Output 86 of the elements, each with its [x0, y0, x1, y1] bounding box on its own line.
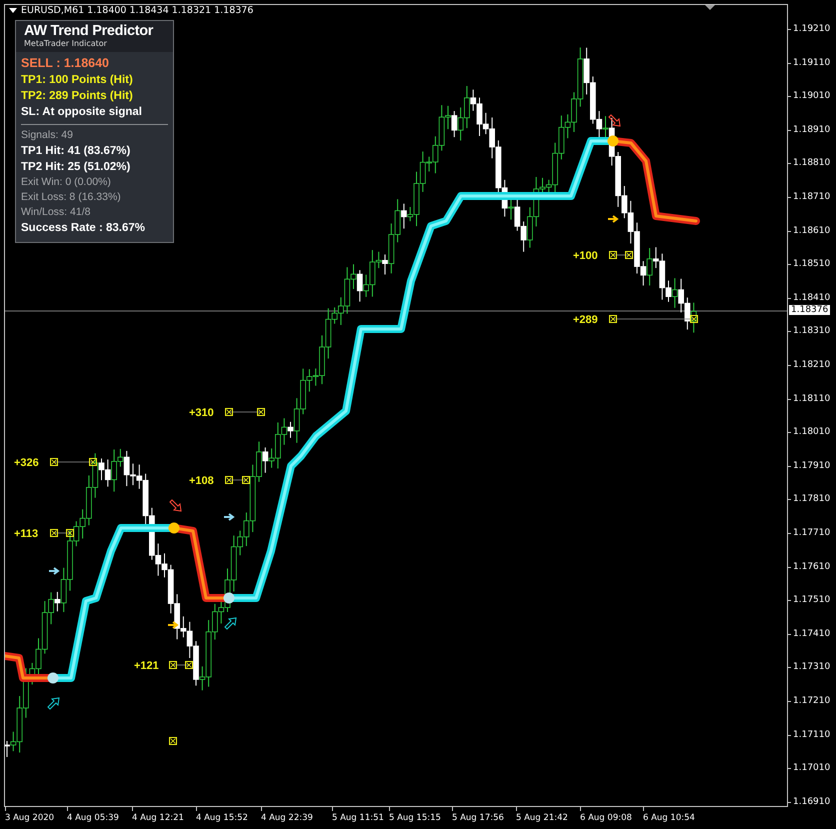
price-label: 1.17410 — [793, 628, 830, 639]
target-marker-icon — [66, 529, 74, 537]
price-label: 1.17010 — [793, 763, 830, 774]
right-arrow-icon — [48, 567, 60, 575]
stat-text: Exit Loss: 8 (16.33%) — [21, 190, 122, 205]
target-marker-icon — [169, 661, 177, 669]
target-marker-icon — [609, 251, 617, 259]
stat-text: TP1 Hit: 41 (83.67%) — [21, 144, 132, 159]
price-label: 1.17910 — [793, 460, 830, 471]
price-label: 1.18010 — [793, 427, 830, 438]
target-marker-icon — [609, 315, 617, 323]
profit-label: +310 — [189, 407, 214, 419]
profit-label: +289 — [573, 314, 598, 326]
stat-text: Win/Loss: 41/8 — [21, 205, 92, 220]
profit-label: +113 — [14, 528, 38, 540]
time-label: 5 Aug 21:42 — [516, 813, 568, 823]
target-text: TP1: 100 Points (Hit) — [21, 73, 134, 88]
right-arrow-icon — [167, 621, 179, 629]
target-marker-icon — [50, 529, 58, 537]
target-marker-icon — [242, 476, 250, 484]
stat-text: Signals: 49 — [21, 128, 74, 143]
time-label: 5 Aug 15:15 — [389, 813, 441, 823]
price-label: 1.17210 — [793, 696, 830, 706]
price-label: 1.17810 — [793, 494, 830, 504]
price-label: 1.19210 — [793, 24, 830, 34]
price-label: 1.17110 — [793, 730, 830, 740]
chart-shift-icon — [705, 5, 715, 10]
time-label: 4 Aug 15:52 — [196, 813, 248, 823]
target-text: SL: At opposite signal — [21, 105, 143, 120]
target-marker-icon — [257, 408, 265, 416]
price-label: 1.17610 — [793, 562, 830, 572]
price-label: 1.18110 — [793, 394, 830, 404]
right-arrow-icon — [223, 513, 235, 521]
target-marker-icon — [89, 458, 97, 466]
stat-text: TP2 Hit: 25 (51.02%) — [21, 160, 132, 175]
price-label: 1.18810 — [793, 158, 830, 168]
target-marker-icon — [185, 661, 193, 669]
time-label: 4 Aug 05:39 — [67, 813, 119, 823]
price-label: 1.18710 — [793, 192, 830, 202]
target-marker-icon — [225, 476, 233, 484]
target-marker-icon — [169, 737, 177, 745]
time-label: 5 Aug 11:51 — [332, 813, 384, 823]
profit-label: +100 — [573, 250, 598, 262]
time-label: 4 Aug 22:39 — [261, 813, 313, 823]
up-arrow-icon — [47, 697, 60, 710]
dropdown-icon[interactable] — [9, 8, 17, 13]
signal-dot-icon — [224, 592, 234, 604]
stat-text: Success Rate : 83.67% — [21, 221, 146, 236]
target-marker-icon — [690, 315, 698, 323]
right-arrow-icon — [607, 215, 619, 223]
target-text: TP2: 289 Points (Hit) — [21, 89, 134, 104]
down-arrow-icon — [608, 114, 621, 127]
price-label: 1.17310 — [793, 662, 830, 672]
price-label: 1.18510 — [793, 259, 830, 270]
signal-dot-icon — [608, 136, 618, 146]
profit-label: +326 — [14, 457, 39, 469]
profit-label: +108 — [189, 475, 214, 487]
price-label: 1.18410 — [793, 292, 830, 303]
time-label: 5 Aug 17:56 — [452, 813, 504, 823]
price-label: 1.18610 — [793, 226, 830, 236]
price-label: 1.16910 — [793, 796, 830, 807]
down-arrow-icon — [169, 499, 182, 512]
current-price-label: 1.18376 — [789, 305, 830, 315]
price-label: 1.17510 — [793, 595, 830, 606]
panel-subtitle: MetaTrader Indicator — [24, 39, 108, 48]
target-marker-icon — [625, 251, 633, 259]
signal-dot-icon — [168, 522, 180, 534]
up-arrow-icon — [224, 617, 237, 630]
time-label: 3 Aug 2020 — [5, 813, 54, 823]
price-label: 1.19110 — [793, 58, 830, 68]
profit-label: +121 — [134, 660, 159, 672]
signal-text: SELL : 1.18640 — [21, 56, 110, 70]
stat-text: Exit Win: 0 (0.00%) — [21, 175, 112, 190]
time-label: 6 Aug 10:54 — [643, 813, 695, 823]
signal-dot-icon — [48, 672, 58, 684]
panel-title: AW Trend Predictor — [24, 23, 154, 39]
time-label: 4 Aug 12:21 — [132, 813, 184, 823]
time-label: 6 Aug 09:08 — [580, 813, 632, 823]
chart-header: EURUSD,M61 1.18400 1.18434 1.18321 1.18376 — [21, 5, 254, 16]
price-label: 1.17710 — [793, 528, 830, 538]
price-label: 1.18910 — [793, 124, 830, 135]
price-label: 1.18310 — [793, 326, 830, 336]
target-marker-icon — [225, 408, 233, 416]
target-marker-icon — [50, 458, 58, 466]
price-label: 1.18210 — [793, 360, 830, 370]
price-label: 1.19010 — [793, 91, 830, 102]
